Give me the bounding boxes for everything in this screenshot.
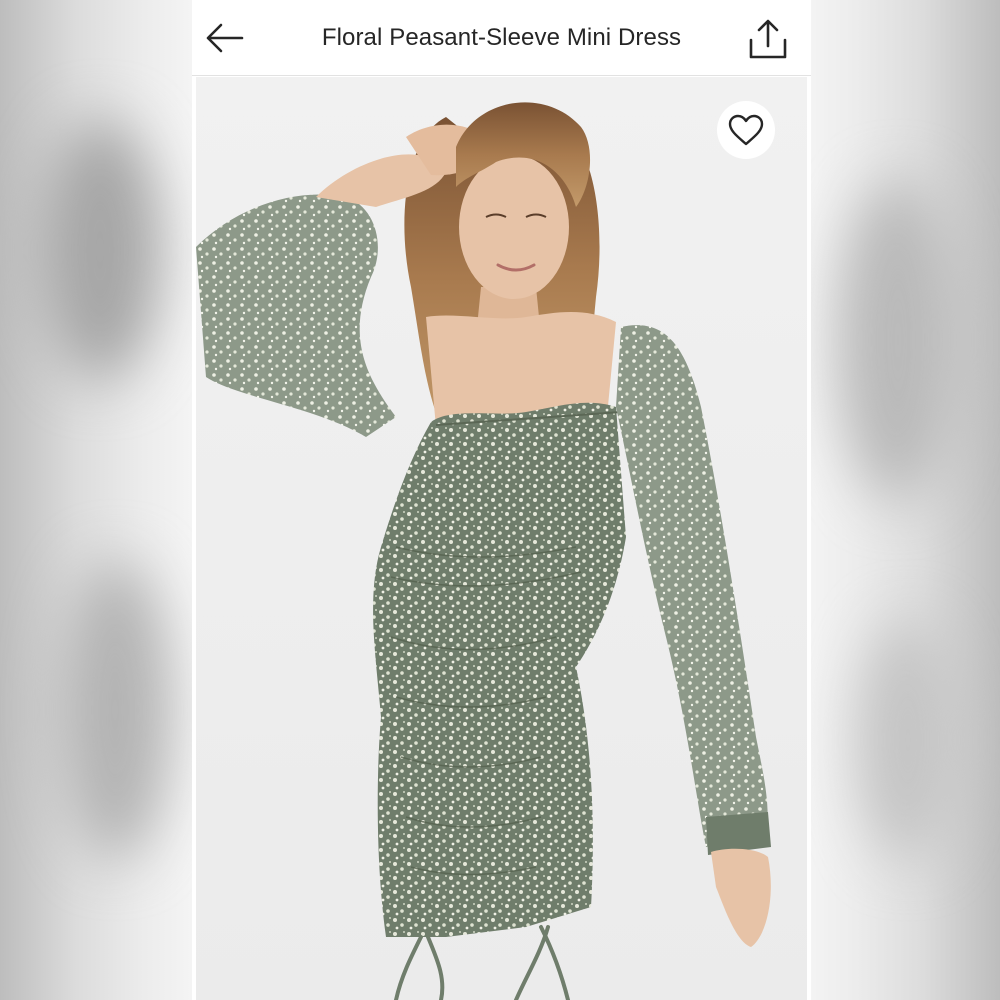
share-upload-icon [749,19,787,59]
back-button[interactable] [200,14,248,62]
favorite-button[interactable] [717,101,775,159]
blurred-backdrop-right [808,0,1000,1000]
arrow-left-icon [206,23,244,53]
page-title: Floral Peasant-Sleeve Mini Dress [321,24,682,51]
share-button[interactable] [743,14,793,64]
product-screen: Floral Peasant-Sleeve Mini Dress [192,0,811,1000]
heart-outline-icon [728,114,764,146]
product-photo-illustration [196,77,807,1000]
blurred-backdrop-left [0,0,192,1000]
app-header: Floral Peasant-Sleeve Mini Dress [192,0,811,76]
product-image[interactable] [196,77,807,1000]
